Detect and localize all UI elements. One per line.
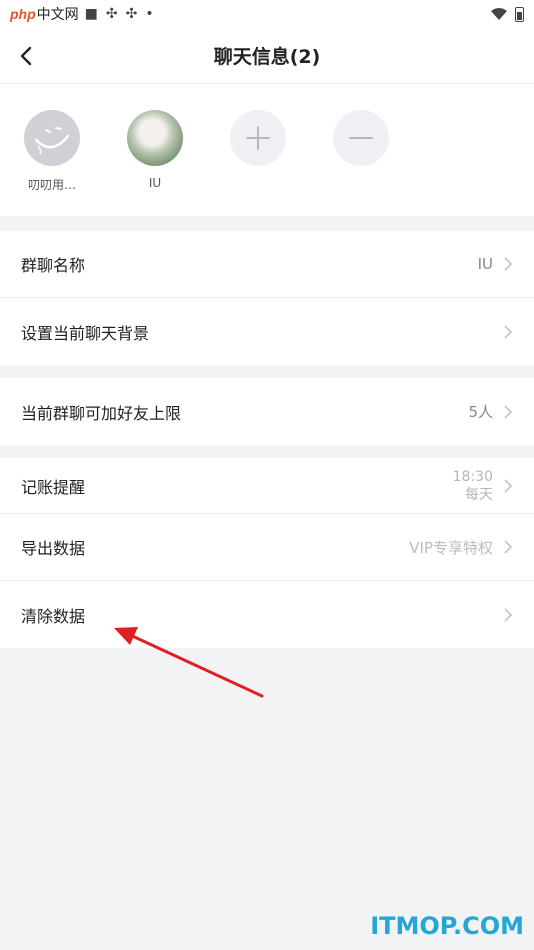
battery-icon <box>515 6 524 22</box>
clear-data-row[interactable]: 清除数据 <box>0 581 534 648</box>
row-label: 设置当前聊天背景 <box>21 323 150 343</box>
row-label: 记账提醒 <box>21 477 86 497</box>
chevron-right-icon <box>504 478 513 493</box>
back-arrow-icon[interactable] <box>16 45 38 67</box>
chevron-right-icon <box>504 324 513 339</box>
row-label: 当前群聊可加好友上限 <box>21 403 182 423</box>
dot-icon: • <box>145 6 154 22</box>
add-member-button[interactable] <box>230 110 286 216</box>
watermark: ITMOP.COM <box>370 912 524 940</box>
nav-bar: 聊天信息(2) <box>0 28 534 84</box>
settings-group-1: 群聊名称 IU 设置当前聊天背景 <box>0 231 534 365</box>
member-name: IU <box>148 176 162 190</box>
chevron-right-icon <box>504 607 513 622</box>
row-label: 清除数据 <box>21 606 86 626</box>
member-list: 叨叨用… IU <box>0 84 534 216</box>
group-name-row[interactable]: 群聊名称 IU <box>0 231 534 298</box>
friend-limit-value: 5人 <box>468 403 493 421</box>
settings-group-2: 当前群聊可加好友上限 5人 <box>0 378 534 445</box>
app-notification-icon: ■ <box>84 6 98 22</box>
plus-icon <box>230 110 286 166</box>
reminder-row[interactable]: 记账提醒 18:30 每天 <box>0 458 534 514</box>
export-data-row[interactable]: 导出数据 VIP专享特权 <box>0 514 534 581</box>
chevron-right-icon <box>504 257 513 271</box>
row-label: 群聊名称 <box>21 256 86 275</box>
settings-group-3: 记账提醒 18:30 每天 导出数据 VIP专享特权 清除数据 <box>0 458 534 648</box>
logo-text: 中文网 <box>36 7 79 23</box>
chevron-right-icon <box>504 404 513 419</box>
status-bar: php 中文网 ■ ✣ ✣ • <box>0 0 534 28</box>
php-logo: php <box>10 6 36 22</box>
reminder-time: 18:30 <box>452 468 493 485</box>
member-item[interactable]: IU <box>127 110 183 216</box>
wifi-icon <box>491 8 507 20</box>
member-item[interactable]: 叨叨用… <box>24 110 80 216</box>
group-name-value: IU <box>477 255 493 273</box>
page-title: 聊天信息(2) <box>213 46 321 68</box>
pinwheel-icon: ✣ <box>105 6 118 22</box>
friend-limit-row[interactable]: 当前群聊可加好友上限 5人 <box>0 378 534 445</box>
chevron-right-icon <box>504 540 513 554</box>
row-label: 导出数据 <box>21 539 86 558</box>
export-data-value: VIP专享特权 <box>409 538 493 557</box>
remove-member-button[interactable] <box>333 110 389 216</box>
pinwheel-icon-2: ✣ <box>125 6 138 22</box>
reminder-frequency: 每天 <box>465 486 493 503</box>
reminder-value: 18:30 每天 <box>453 468 493 504</box>
member-name: 叨叨用… <box>27 178 76 192</box>
default-avatar-icon <box>24 110 80 166</box>
chat-background-row[interactable]: 设置当前聊天背景 <box>0 298 534 365</box>
member-avatar <box>127 110 183 166</box>
minus-icon <box>333 110 389 166</box>
